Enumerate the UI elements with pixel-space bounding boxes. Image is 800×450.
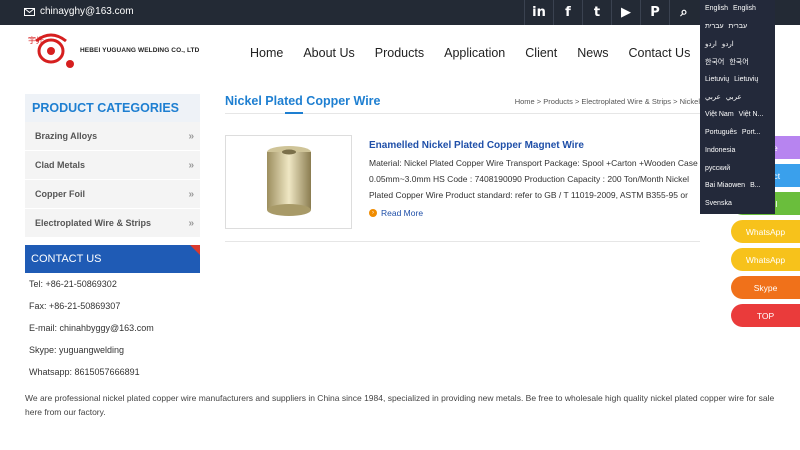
logo-mark-text: 宇光 (28, 35, 44, 45)
main-nav: Home About Us Products Application Clien… (240, 46, 700, 60)
language-label: Việt N... (738, 111, 764, 119)
language-option[interactable]: Việt Nam Việt N... (700, 106, 775, 124)
skype-button[interactable]: Skype (731, 276, 800, 299)
language-native: русский (705, 164, 731, 172)
whatsapp-button[interactable]: WhatsApp (731, 248, 800, 271)
mail-icon (24, 7, 35, 16)
category-electroplated-wire[interactable]: Electroplated Wire & Strips » (25, 209, 200, 238)
category-copper-foil[interactable]: Copper Foil » (25, 180, 200, 209)
intro-text: We are professional nickel plated copper… (25, 393, 775, 417)
language-dropdown: English English עברית עברית اردو اردو 한국어 한국… (700, 0, 775, 214)
corner-decoration (190, 245, 200, 255)
nav-client[interactable]: Client (525, 46, 557, 60)
pinterest-icon[interactable]: P (640, 0, 669, 25)
title-accent (285, 112, 303, 114)
language-native: עברית (705, 23, 724, 31)
language-option[interactable]: עברית עברית (700, 18, 775, 36)
language-label: عربي (725, 94, 742, 102)
language-option[interactable]: Bai Miaowen B... (700, 177, 775, 195)
company-name: HEBEI YUGUANG WELDING CO., LTD (80, 46, 200, 54)
language-label: Lietuvių (734, 76, 759, 84)
divider (225, 241, 700, 242)
language-native: اردو (705, 41, 717, 49)
product-image[interactable] (225, 135, 352, 229)
top-bar: chinayghy@163.com in f t ▶ P ⌕ (0, 0, 800, 25)
contact-fax: Fax: +86-21-50869307 (29, 301, 121, 311)
category-label: Brazing Alloys (35, 131, 98, 141)
language-label: اردو (721, 41, 734, 49)
read-more-link[interactable]: › Read More (369, 208, 423, 218)
language-label: English (732, 5, 756, 13)
product-description: Material: Nickel Plated Copper Wire Tran… (369, 158, 698, 200)
language-native: Svenska (705, 199, 732, 207)
contact-tel: Tel: +86-21-50869302 (29, 279, 117, 289)
nav-products[interactable]: Products (375, 46, 424, 60)
breadcrumb[interactable]: Home > Products > Electroplated Wire & S… (515, 97, 700, 106)
nav-home[interactable]: Home (250, 46, 283, 60)
contact-skype[interactable]: Skype: yuguangwelding (29, 339, 200, 361)
top-email[interactable]: chinayghy@163.com (24, 6, 134, 17)
language-label: B... (750, 182, 761, 190)
chevron-right-icon: » (188, 159, 194, 171)
contact-us-header: CONTACT US (25, 245, 200, 273)
title-underline (225, 112, 700, 114)
wire-spool-icon (266, 146, 311, 216)
social-icons: in f t ▶ P ⌕ (524, 0, 698, 25)
language-native: Português (705, 129, 737, 137)
language-native: 한국어 (705, 58, 725, 66)
facebook-icon[interactable]: f (553, 0, 582, 25)
nav-news[interactable]: News (577, 46, 608, 60)
language-label: 한국어 (729, 58, 749, 66)
language-native: Indonesia (705, 146, 736, 154)
language-label: עברית (728, 23, 748, 31)
language-native: Lietuvių (705, 76, 730, 84)
language-native: English (705, 5, 728, 13)
twitter-icon[interactable]: t (582, 0, 611, 25)
nav-contact-us[interactable]: Contact Us (629, 46, 691, 60)
top-button[interactable]: TOP (731, 304, 800, 327)
language-native: Bai Miaowen (705, 182, 746, 190)
language-option[interactable]: Lietuvių Lietuvių (700, 71, 775, 89)
whatsapp-button[interactable]: WhatsApp (731, 220, 800, 243)
header: 宇光 HEBEI YUGUANG WELDING CO., LTD Home A… (0, 25, 800, 85)
language-option[interactable]: اردو اردو (700, 35, 775, 53)
category-label: Clad Metals (35, 160, 86, 170)
product-title[interactable]: Enamelled Nickel Plated Copper Magnet Wi… (369, 140, 584, 151)
arrow-right-icon: › (369, 209, 377, 217)
youtube-icon[interactable]: ▶ (611, 0, 640, 25)
product-categories-title: PRODUCT CATEGORIES (25, 94, 200, 122)
main-content: Nickel Plated Copper Wire Home > Product… (225, 94, 700, 242)
chevron-right-icon: » (188, 130, 194, 142)
language-option[interactable]: 한국어 한국어 (700, 53, 775, 71)
language-option[interactable]: Indonesia (700, 142, 775, 160)
language-native: عربي (705, 94, 721, 102)
contact-list: Tel: +86-21-50869302 Fax: +86-21-5086930… (25, 273, 200, 383)
category-label: Electroplated Wire & Strips (35, 218, 151, 228)
language-native: Việt Nam (705, 111, 734, 119)
language-option[interactable]: Svenska (700, 195, 775, 213)
top-email-text: chinayghy@163.com (40, 6, 134, 17)
search-icon[interactable]: ⌕ (669, 0, 698, 25)
category-clad-metals[interactable]: Clad Metals » (25, 151, 200, 180)
contact-email[interactable]: E-mail: chinahbyggy@163.com (29, 317, 200, 339)
category-label: Copper Foil (35, 189, 85, 199)
chevron-right-icon: » (188, 188, 194, 200)
language-label: Port... (741, 129, 761, 137)
language-option[interactable]: عربي عربي (700, 88, 775, 106)
contact-whatsapp[interactable]: Whatsapp: 8615057666891 (29, 361, 200, 383)
category-brazing-alloys[interactable]: Brazing Alloys » (25, 122, 200, 151)
read-more-label: Read More (381, 208, 424, 218)
language-option[interactable]: English English (700, 0, 775, 18)
contact-us-title: CONTACT US (31, 253, 102, 265)
logo[interactable]: 宇光 HEBEI YUGUANG WELDING CO., LTD (26, 31, 199, 69)
linkedin-icon[interactable]: in (524, 0, 553, 25)
language-option[interactable]: русский (700, 159, 775, 177)
nav-about-us[interactable]: About Us (303, 46, 354, 60)
chevron-right-icon: » (188, 217, 194, 229)
logo-mark-icon: 宇光 (28, 33, 74, 68)
sidebar: PRODUCT CATEGORIES Brazing Alloys » Clad … (25, 94, 200, 383)
language-option[interactable]: Português Port... (700, 124, 775, 142)
nav-application[interactable]: Application (444, 46, 505, 60)
